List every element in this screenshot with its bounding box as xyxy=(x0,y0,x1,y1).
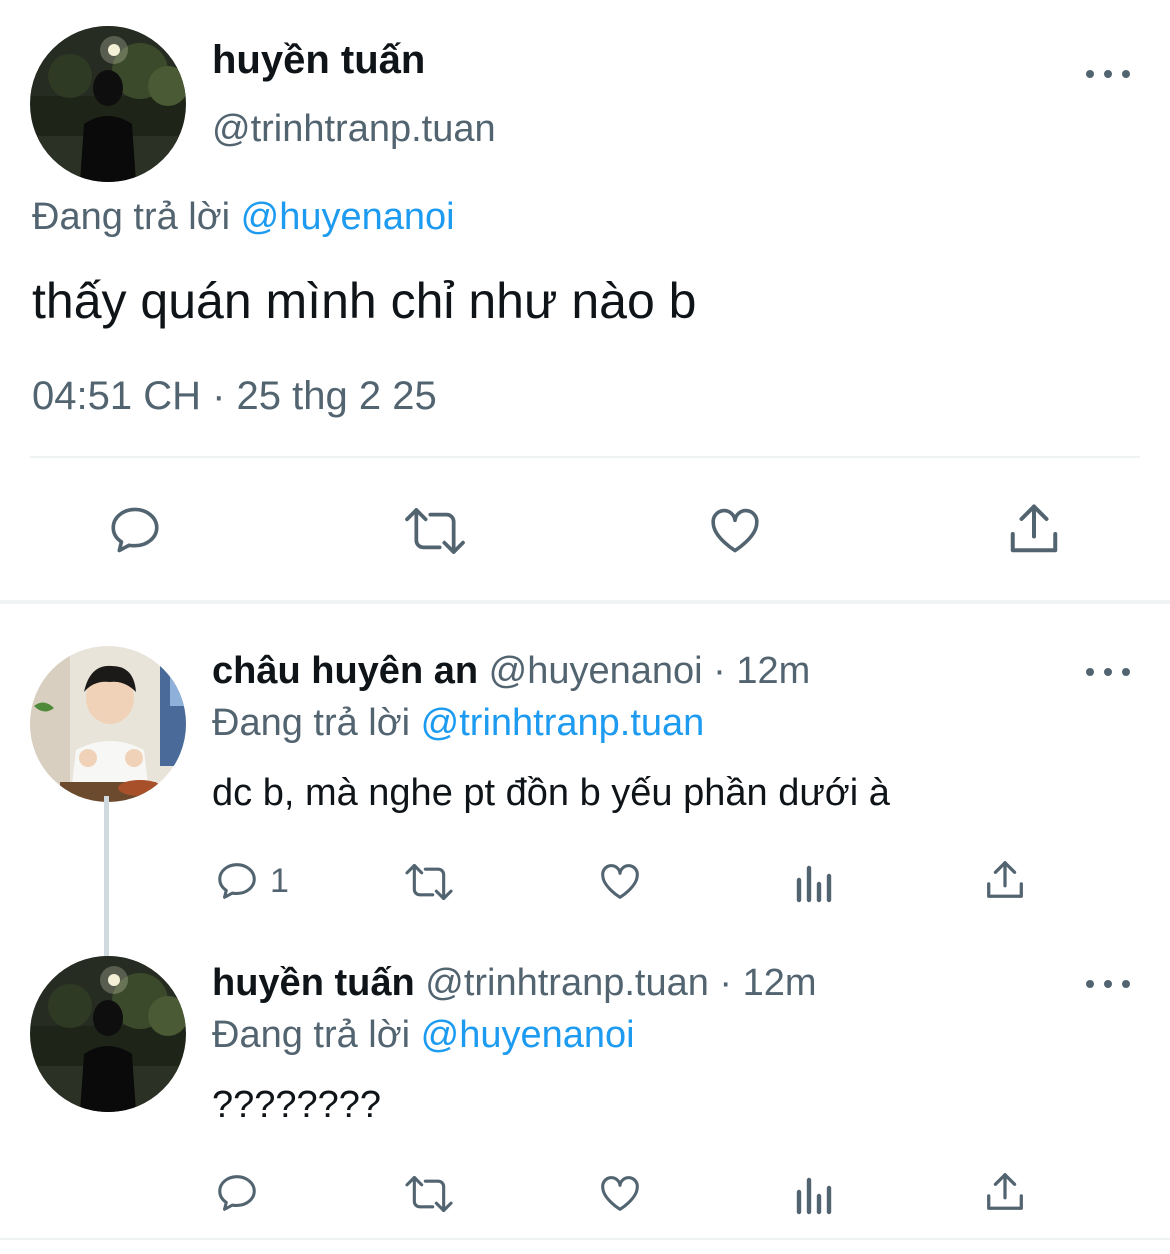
reply-icon xyxy=(218,863,256,899)
reply-icon xyxy=(111,507,159,553)
avatar[interactable] xyxy=(30,26,186,182)
more-options-icon[interactable] xyxy=(1086,64,1130,84)
mention-link[interactable]: @trinhtranp.tuan xyxy=(421,702,705,744)
thread-connector-line xyxy=(104,796,109,956)
like-icon xyxy=(601,864,639,899)
tweet-action-bar xyxy=(0,495,1170,565)
analytics-button[interactable] xyxy=(792,1172,834,1216)
analytics-icon xyxy=(796,1177,832,1215)
more-options-icon[interactable] xyxy=(1086,662,1130,682)
share-button[interactable] xyxy=(1004,499,1064,559)
retweet-icon xyxy=(405,1175,453,1213)
replying-prefix: Đang trả lời xyxy=(212,1014,411,1056)
avatar-photo-night xyxy=(30,26,186,182)
author-name[interactable]: huyền tuấn xyxy=(212,38,425,83)
tweet-timestamp: 04:51 CH · 25 thg 2 25 xyxy=(32,374,437,418)
share-icon xyxy=(987,1173,1023,1210)
divider xyxy=(0,1238,1170,1240)
author-meta: @trinhtranp.tuan · 12m xyxy=(425,962,817,1004)
replying-to-line: Đang trả lời @huyenanoi xyxy=(212,1014,635,1057)
more-options-icon[interactable] xyxy=(1086,974,1130,994)
share-icon xyxy=(987,861,1023,898)
replying-prefix: Đang trả lời xyxy=(212,702,411,744)
reply-header: châu huyên an @huyenanoi · 12m xyxy=(212,650,810,693)
analytics-icon xyxy=(796,865,832,903)
like-button[interactable] xyxy=(596,1170,644,1216)
retweet-button[interactable] xyxy=(400,1172,458,1216)
replying-to-line: Đang trả lời @trinhtranp.tuan xyxy=(212,702,704,745)
share-icon xyxy=(1010,504,1058,553)
tweet-text: ???????? xyxy=(212,1084,382,1126)
like-icon xyxy=(711,508,759,553)
replying-prefix: Đang trả lời xyxy=(32,196,231,238)
replying-to-line: Đang trả lời @huyenanoi xyxy=(32,196,455,239)
mention-link[interactable]: @huyenanoi xyxy=(241,196,455,238)
reply-button[interactable] xyxy=(106,501,164,559)
retweet-icon xyxy=(405,863,453,901)
avatar-photo-indoor xyxy=(30,646,186,802)
reply-count: 1 xyxy=(270,861,289,900)
reply-icon xyxy=(218,1175,256,1211)
analytics-button[interactable] xyxy=(792,860,834,904)
tweet-text: dc b, mà nghe pt đồn b yếu phần dưới à xyxy=(212,772,890,814)
reply-button[interactable]: 1 xyxy=(214,858,289,904)
author-meta: @huyenanoi · 12m xyxy=(488,650,811,692)
reply-button[interactable] xyxy=(214,1170,270,1216)
retweet-button[interactable] xyxy=(400,503,470,559)
like-icon xyxy=(601,1176,639,1211)
tweet-text: thấy quán mình chỉ như nào b xyxy=(32,273,697,329)
reply-header: huyền tuấn @trinhtranp.tuan · 12m xyxy=(212,962,817,1005)
avatar[interactable] xyxy=(30,646,186,802)
author-handle[interactable]: @trinhtranp.tuan xyxy=(212,108,496,151)
like-button[interactable] xyxy=(705,501,765,559)
share-button[interactable] xyxy=(982,1168,1028,1216)
author-name[interactable]: châu huyên an xyxy=(212,650,478,692)
retweet-button[interactable] xyxy=(400,860,458,904)
avatar-photo-night xyxy=(30,956,186,1112)
section-separator xyxy=(0,600,1170,604)
like-button[interactable] xyxy=(596,858,644,904)
mention-link[interactable]: @huyenanoi xyxy=(421,1014,635,1056)
share-button[interactable] xyxy=(982,856,1028,904)
tweet-thread: huyền tuấn @trinhtranp.tuan Đang trả lời… xyxy=(0,0,1170,1254)
divider xyxy=(30,456,1140,458)
author-name[interactable]: huyền tuấn xyxy=(212,962,415,1004)
retweet-icon xyxy=(405,508,465,554)
avatar[interactable] xyxy=(30,956,186,1112)
